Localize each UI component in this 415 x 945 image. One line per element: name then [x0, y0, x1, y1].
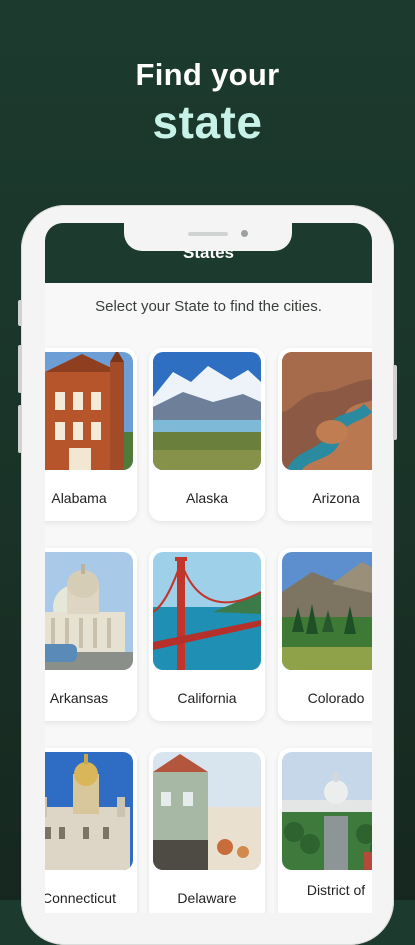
state-image-alabama — [45, 352, 133, 470]
state-image-district-of-columbia — [282, 752, 372, 870]
state-card-arizona[interactable]: Arizona — [278, 348, 372, 521]
phone-button-volume-down — [18, 405, 22, 453]
promo-headline: Find your state — [0, 55, 415, 147]
state-image-arkansas — [45, 552, 133, 670]
speaker-grille — [188, 232, 228, 236]
state-card-arkansas[interactable]: Arkansas — [45, 548, 137, 721]
state-image-california — [153, 552, 261, 670]
promo-line-1: Find your — [135, 57, 280, 92]
state-name: Arizona — [312, 490, 360, 506]
state-card-alaska[interactable]: Alaska — [149, 348, 265, 521]
front-camera-icon — [241, 230, 248, 237]
phone-notch — [124, 223, 292, 251]
state-image-arizona — [282, 352, 372, 470]
state-name: Alabama — [51, 490, 107, 506]
state-name: Connecticut — [45, 890, 116, 906]
state-card-california[interactable]: California — [149, 548, 265, 721]
state-image-colorado — [282, 552, 372, 670]
state-name: Arkansas — [49, 690, 109, 706]
page-subtitle: Select your State to find the cities. — [95, 298, 322, 315]
app-screen: States Select your State to find the cit… — [45, 223, 372, 913]
state-image-delaware — [153, 752, 261, 870]
state-card-district-of-columbia[interactable]: District of — [278, 748, 372, 913]
state-name: Delaware — [177, 890, 237, 906]
state-name: Alaska — [185, 490, 229, 506]
promo-line-2: state — [152, 96, 263, 148]
state-name: California — [177, 690, 237, 706]
state-image-alaska — [153, 352, 261, 470]
state-card-alabama[interactable]: Alabama — [45, 348, 137, 521]
state-name: District of — [306, 882, 366, 898]
phone-button-mute — [18, 300, 22, 326]
state-name: Colorado — [307, 690, 365, 706]
state-image-connecticut — [45, 752, 133, 870]
state-card-connecticut[interactable]: Connecticut — [45, 748, 137, 913]
state-card-delaware[interactable]: Delaware — [149, 748, 265, 913]
phone-button-power — [393, 365, 397, 440]
state-card-colorado[interactable]: Colorado — [278, 548, 372, 721]
phone-button-volume-up — [18, 345, 22, 393]
